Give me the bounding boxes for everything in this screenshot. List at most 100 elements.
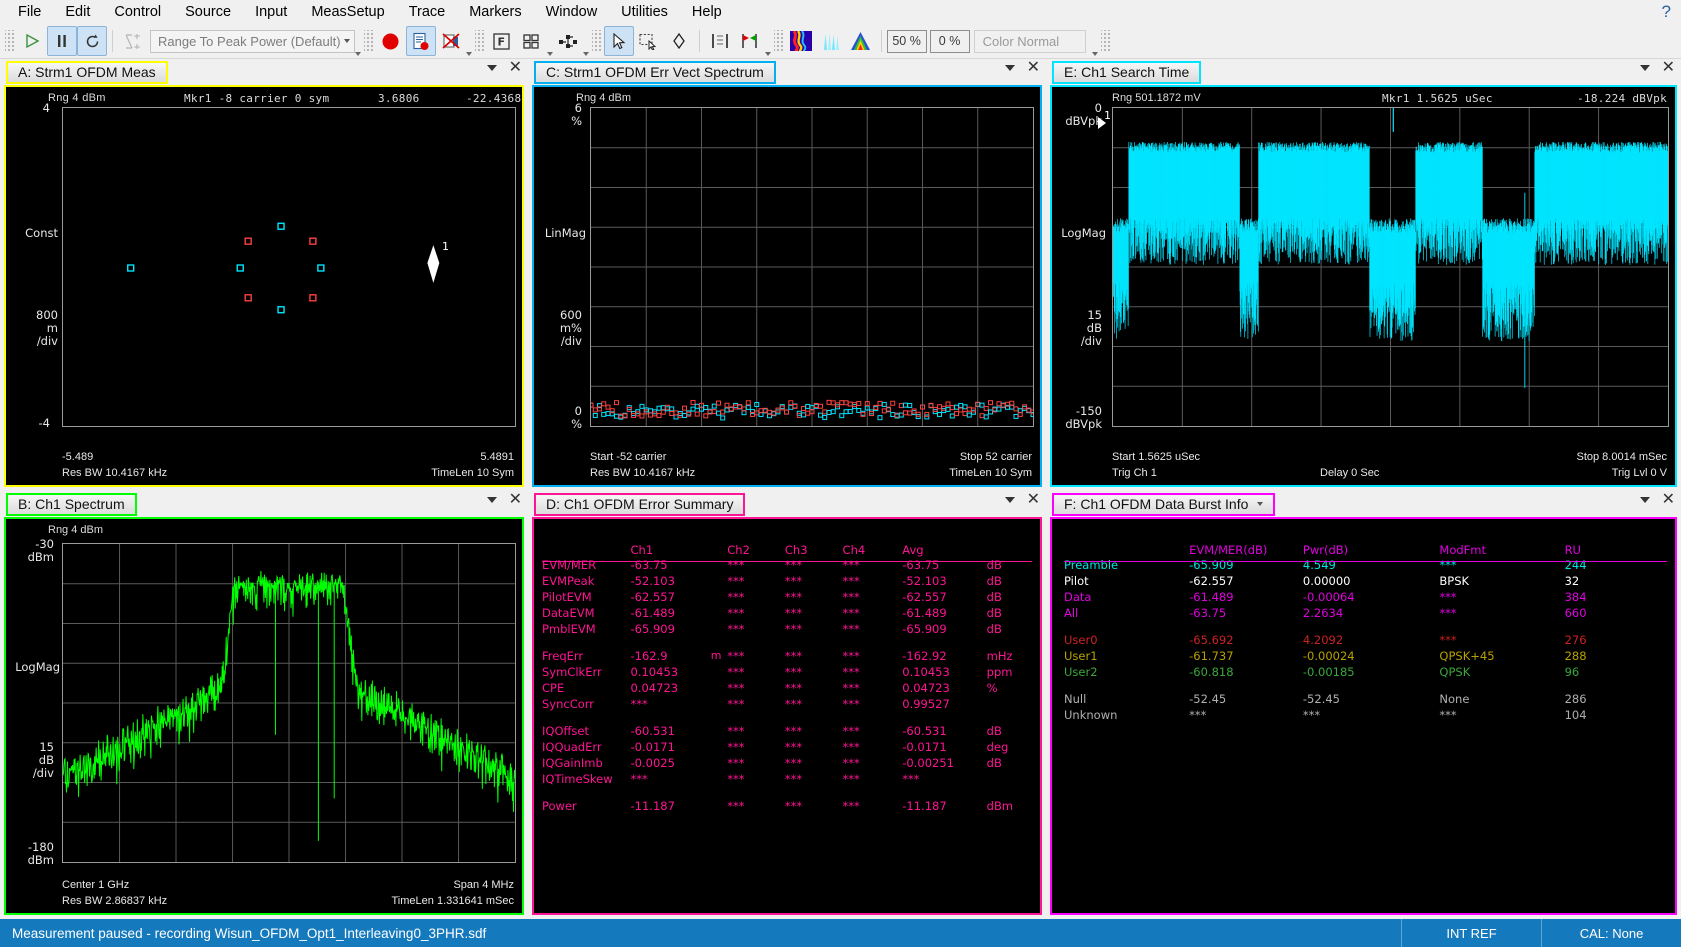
format-button[interactable]: F bbox=[487, 26, 517, 56]
toolbar-grip-5[interactable] bbox=[774, 30, 783, 52]
menu-item-utilities[interactable]: Utilities bbox=[609, 1, 680, 23]
range-auto-icon[interactable] bbox=[118, 26, 148, 56]
persistence-percent-field[interactable]: 50 % bbox=[887, 30, 927, 53]
pointer-tool-button[interactable] bbox=[604, 26, 634, 56]
grid-layout-dropdown[interactable] bbox=[547, 26, 553, 56]
toolbar-overflow-5[interactable] bbox=[1092, 26, 1098, 56]
table-row[interactable]: Preamble-65.9094.549***244 bbox=[1064, 557, 1667, 573]
panel-a-plot[interactable]: 1 bbox=[62, 107, 516, 427]
evm-point bbox=[844, 401, 848, 405]
menu-item-source[interactable]: Source bbox=[173, 1, 243, 23]
table-row[interactable]: PmblEVM-65.909*********-65.909dB bbox=[542, 621, 1032, 637]
panel-e-menu-icon[interactable] bbox=[1640, 65, 1650, 71]
toolbar-overflow-1[interactable] bbox=[355, 26, 361, 56]
menu-item-meassetup[interactable]: MeasSetup bbox=[299, 1, 396, 23]
menu-item-input[interactable]: Input bbox=[243, 1, 299, 23]
panel-c-menu-icon[interactable] bbox=[1005, 65, 1015, 71]
table-row[interactable]: Data-61.489-0.00064***384 bbox=[1064, 589, 1667, 605]
range-mode-combo[interactable]: Range To Peak Power (Default) bbox=[150, 30, 355, 53]
toolbar-grip-6[interactable] bbox=[1101, 30, 1110, 52]
color-mode-combo[interactable]: Color Normal bbox=[974, 30, 1086, 53]
menu-item-edit[interactable]: Edit bbox=[53, 1, 102, 23]
table-row[interactable]: Unknown*********104 bbox=[1064, 707, 1667, 723]
rectangle-select-button[interactable] bbox=[634, 26, 664, 56]
panel-f-menu-icon[interactable] bbox=[1640, 497, 1650, 503]
table-row[interactable]: IQQuadErr-0.0171*********-0.0171deg bbox=[542, 739, 1032, 755]
panel-f-tab[interactable]: F: Ch1 OFDM Data Burst Info bbox=[1052, 493, 1275, 516]
table-row[interactable]: IQOffset-60.531*********-60.531dB bbox=[542, 723, 1032, 739]
menu-item-trace[interactable]: Trace bbox=[397, 1, 458, 23]
offset-percent-field[interactable]: 0 % bbox=[930, 30, 970, 53]
table-row[interactable]: FreqErr-162.9m*********-162.92mHz bbox=[542, 648, 1032, 664]
persistence-button[interactable] bbox=[846, 26, 876, 56]
play-button[interactable] bbox=[17, 26, 47, 56]
restart-button[interactable] bbox=[77, 26, 107, 56]
table-row[interactable]: User2-60.818-0.00185QPSK96 bbox=[1064, 664, 1667, 680]
menu-item-control[interactable]: Control bbox=[102, 1, 173, 23]
panel-b-tab[interactable]: B: Ch1 Spectrum bbox=[6, 493, 137, 516]
panel-b-close-icon[interactable]: ✕ bbox=[509, 493, 522, 506]
table-row[interactable]: PilotEVM-62.557*********-62.557dB bbox=[542, 589, 1032, 605]
toolbar-overflow-2[interactable] bbox=[466, 26, 472, 56]
menu-item-file[interactable]: File bbox=[6, 1, 53, 23]
table-row[interactable]: CPE0.04723*********0.04723% bbox=[542, 680, 1032, 696]
toolbar-overflow-3[interactable] bbox=[583, 26, 589, 56]
limit-flags-button[interactable] bbox=[735, 26, 765, 56]
evm-point bbox=[725, 403, 729, 407]
recording-disabled-button[interactable] bbox=[436, 26, 466, 56]
panel-b-plot[interactable] bbox=[62, 543, 516, 863]
panel-b-menu-icon[interactable] bbox=[487, 497, 497, 503]
panel-c-footer-right-top: Stop 52 carrier bbox=[960, 451, 1032, 463]
table-row[interactable]: Power-11.187*********-11.187dBm bbox=[542, 798, 1032, 814]
panel-c-range: Rng 4 dBm bbox=[576, 92, 631, 104]
table-row[interactable]: All-63.752.2634***660 bbox=[1064, 605, 1667, 621]
table-row[interactable]: Null-52.45-52.45None286 bbox=[1064, 691, 1667, 707]
spectrogram-button[interactable] bbox=[786, 26, 816, 56]
toolbar-grip[interactable] bbox=[5, 30, 14, 52]
table-row[interactable]: SymClkErr0.10453*********0.10453ppm bbox=[542, 664, 1032, 680]
table-row[interactable]: SyncCorr************0.99527 bbox=[542, 696, 1032, 712]
toolbar-overflow-4[interactable] bbox=[765, 26, 771, 56]
pause-button[interactable] bbox=[47, 26, 77, 56]
toolbar-grip-2[interactable] bbox=[364, 30, 373, 52]
grid-layout-button[interactable] bbox=[517, 26, 547, 56]
recording-report-button[interactable] bbox=[406, 26, 436, 56]
evm-point bbox=[806, 411, 810, 415]
panel-d-tab[interactable]: D: Ch1 OFDM Error Summary bbox=[534, 493, 745, 516]
band-power-button[interactable] bbox=[705, 26, 735, 56]
panel-a-menu-icon[interactable] bbox=[487, 65, 497, 71]
panel-e-close-icon[interactable]: ✕ bbox=[1662, 61, 1675, 74]
panel-f-dropdown-icon[interactable] bbox=[1257, 502, 1263, 506]
toolbar-grip-3[interactable] bbox=[475, 30, 484, 52]
panel-c-y-top-unit: % bbox=[534, 115, 582, 128]
help-question-icon[interactable]: ? bbox=[1662, 2, 1671, 22]
panel-c-plot[interactable] bbox=[590, 107, 1034, 427]
panel-c-close-icon[interactable]: ✕ bbox=[1027, 61, 1040, 74]
table-row[interactable]: User1-61.737-0.00024QPSK+45288 bbox=[1064, 648, 1667, 664]
panel-d-close-icon[interactable]: ✕ bbox=[1027, 493, 1040, 506]
menu-item-help[interactable]: Help bbox=[680, 1, 734, 23]
menu-item-window[interactable]: Window bbox=[534, 1, 610, 23]
panel-a-close-icon[interactable]: ✕ bbox=[509, 61, 522, 74]
marker-diamond-button[interactable] bbox=[664, 26, 694, 56]
table-row[interactable]: EVMPeak-52.103*********-52.103dB bbox=[542, 573, 1032, 589]
panel-c-tab[interactable]: C: Strm1 OFDM Err Vect Spectrum bbox=[534, 61, 776, 84]
panel-d-menu-icon[interactable] bbox=[1005, 497, 1015, 503]
table-row[interactable]: IQTimeSkew*************** bbox=[542, 771, 1032, 787]
panel-f-close-icon[interactable]: ✕ bbox=[1662, 493, 1675, 506]
table-row[interactable]: IQGainImb-0.0025*********-0.00251dB bbox=[542, 755, 1032, 771]
cell-ch2: *** bbox=[727, 680, 785, 696]
toolbar-separator-1 bbox=[112, 30, 113, 52]
record-button[interactable] bbox=[376, 26, 406, 56]
link-traces-button[interactable] bbox=[553, 26, 583, 56]
waterfall-button[interactable] bbox=[816, 26, 846, 56]
table-row[interactable]: DataEVM-61.489*********-61.489dB bbox=[542, 605, 1032, 621]
table-row[interactable]: EVM/MER-63.75*********-63.75dB bbox=[542, 557, 1032, 573]
table-row[interactable]: User0-65.6924.2092***276 bbox=[1064, 632, 1667, 648]
panel-e-plot[interactable] bbox=[1112, 107, 1669, 427]
panel-e-tab[interactable]: E: Ch1 Search Time bbox=[1052, 61, 1201, 84]
menu-item-markers[interactable]: Markers bbox=[457, 1, 533, 23]
toolbar-grip-4[interactable] bbox=[592, 30, 601, 52]
panel-a-tab[interactable]: A: Strm1 OFDM Meas bbox=[6, 61, 168, 84]
table-row[interactable]: Pilot-62.5570.00000BPSK32 bbox=[1064, 573, 1667, 589]
